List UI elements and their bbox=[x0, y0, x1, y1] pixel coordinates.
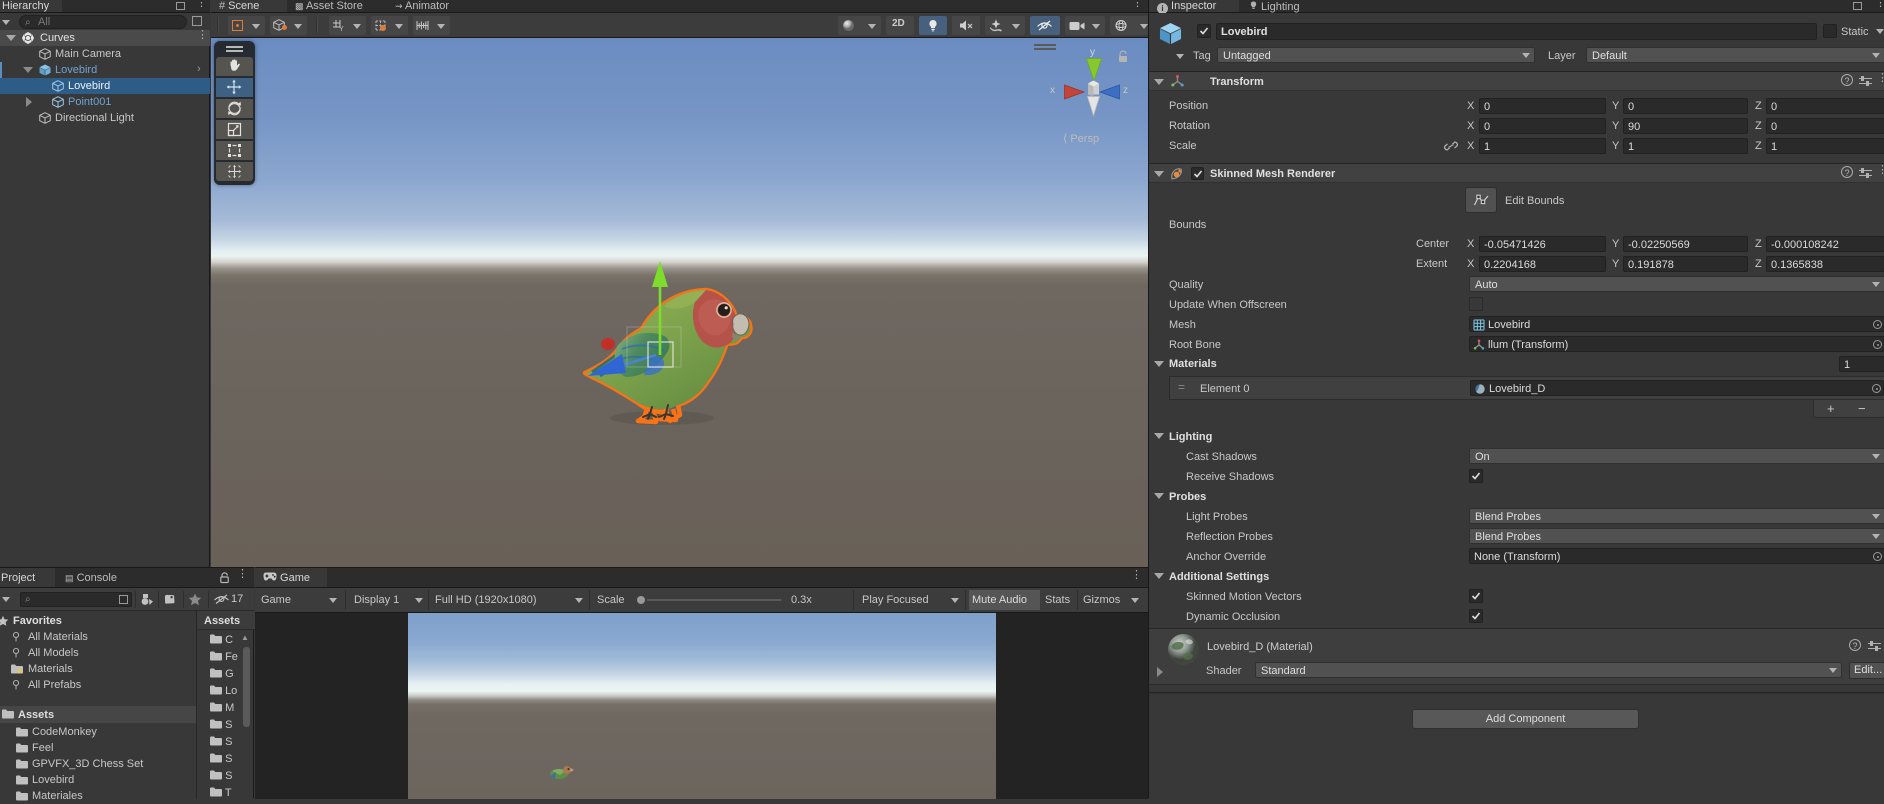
svg-text:z: z bbox=[1123, 85, 1128, 96]
svg-text:y: y bbox=[1090, 47, 1095, 58]
svg-text:x: x bbox=[1050, 85, 1055, 96]
svg-text:Y: Y bbox=[339, 26, 344, 32]
